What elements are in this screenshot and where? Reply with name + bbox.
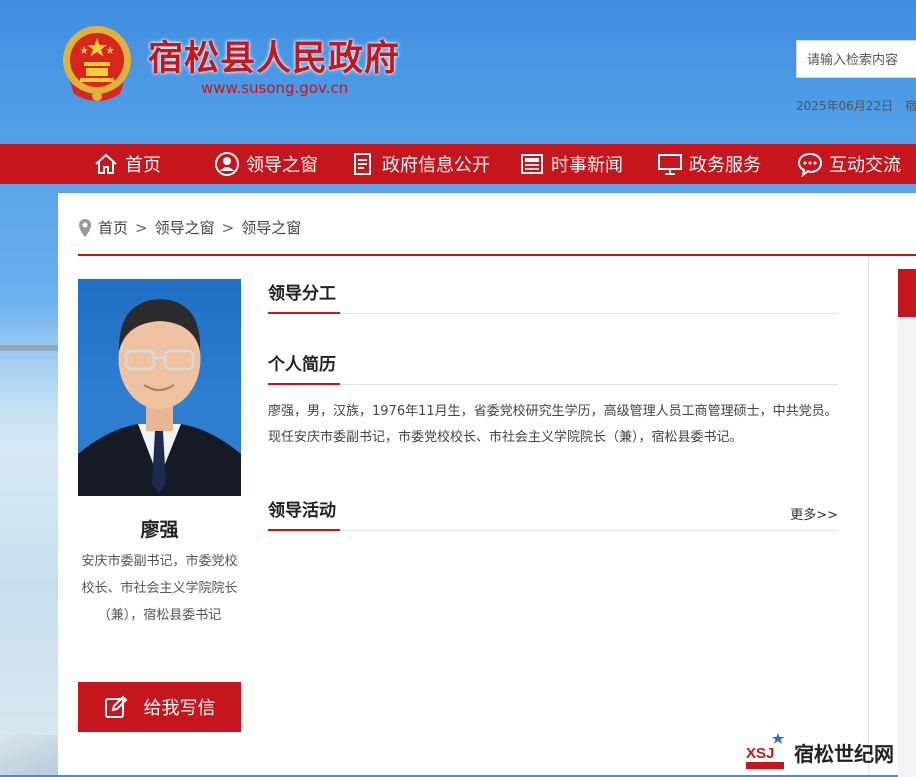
nav-item-services[interactable]: 政务服务 <box>657 144 761 184</box>
document-icon <box>354 153 371 175</box>
content-card: 首页 > 领导之窗 > 领导之窗 廖强 安庆市委副书记，市委党校校长、市社会主义… <box>58 193 916 777</box>
section-division: 领导分工 <box>268 279 838 314</box>
watermark: XSJ 宿松世纪网 <box>744 732 894 772</box>
nav-label: 时事新闻 <box>551 155 623 176</box>
nav-item-interaction[interactable]: 互动交流 <box>797 144 901 184</box>
resume-text: 廖强，男，汉族，1976年11月生，省委党校研究生学历，高级管理人员工商管理硕士… <box>268 399 838 451</box>
site-url[interactable]: www.susong.gov.cn <box>201 79 348 97</box>
monitor-icon <box>658 154 682 175</box>
nav-label: 首页 <box>125 155 161 176</box>
section-title: 领导活动 <box>268 501 336 521</box>
nav-label: 政务服务 <box>689 155 761 176</box>
nav-label: 政府信息公开 <box>382 155 490 176</box>
resume-paragraph: 廖强，男，汉族，1976年11月生，省委党校研究生学历，高级管理人员工商管理硕士… <box>268 404 838 419</box>
section-activities: 领导活动 更多>> <box>268 496 838 531</box>
leader-portrait-icon <box>78 299 241 496</box>
leader-icon <box>215 152 239 176</box>
sidebar-accent <box>898 269 916 317</box>
nav-item-gov-info[interactable]: 政府信息公开 <box>350 144 490 184</box>
sidebar-panel <box>898 317 916 777</box>
search-input[interactable] <box>797 41 916 77</box>
section-title: 领导分工 <box>268 284 336 304</box>
breadcrumb-underline <box>78 254 916 256</box>
site-header: 宿松县人民政府 www.susong.gov.cn 2025年06月22日 宿 <box>0 0 916 144</box>
nav-label: 互动交流 <box>829 155 901 176</box>
breadcrumb-separator: > <box>135 218 148 237</box>
section-title: 个人简历 <box>268 355 336 375</box>
more-activities-link[interactable]: 更多>> <box>790 504 838 523</box>
edit-icon <box>104 695 127 718</box>
home-icon <box>95 153 117 174</box>
national-emblem-icon <box>63 26 131 101</box>
breadcrumb: 首页 > 领导之窗 > 领导之窗 <box>78 217 301 238</box>
location-pin-icon <box>79 218 91 237</box>
breadcrumb-leaders[interactable]: 领导之窗 <box>155 217 215 238</box>
chat-icon <box>797 152 823 177</box>
section-header: 个人简历 <box>268 350 838 385</box>
resume-paragraph: 现任安庆市委副书记，市委党校校长、市社会主义学院院长（兼），宿松县委书记。 <box>268 430 743 445</box>
sidebar-divider <box>868 256 869 775</box>
section-title-bar <box>268 383 340 385</box>
section-title-bar <box>268 312 340 314</box>
current-date: 2025年06月22日 宿 <box>796 99 916 113</box>
watermark-text: 宿松世纪网 <box>794 741 894 766</box>
breadcrumb-separator: > <box>221 218 235 237</box>
main-nav: 首页 领导之窗 政府信息公开 时事新闻 政务服务 互动交流 <box>0 144 916 184</box>
section-header: 领导分工 <box>268 279 838 314</box>
section-title-bar <box>268 529 340 531</box>
site-title: 宿松县人民政府 <box>148 38 401 79</box>
write-letter-label: 给我写信 <box>143 698 216 719</box>
background-shoreline <box>0 345 60 351</box>
watermark-logo-text: XSJ <box>746 745 774 762</box>
write-letter-button[interactable]: 给我写信 <box>78 682 241 732</box>
breadcrumb-current[interactable]: 领导之窗 <box>241 217 301 238</box>
nav-item-home[interactable]: 首页 <box>93 144 161 184</box>
search-box <box>796 40 916 78</box>
watermark-logo-icon: XSJ <box>746 733 784 769</box>
news-icon <box>521 154 543 174</box>
breadcrumb-home[interactable]: 首页 <box>98 217 128 238</box>
section-header: 领导活动 更多>> <box>268 496 838 531</box>
background-road <box>0 735 60 775</box>
leader-photo <box>78 279 241 496</box>
nav-item-news[interactable]: 时事新闻 <box>519 144 623 184</box>
nav-item-leaders[interactable]: 领导之窗 <box>214 144 318 184</box>
leader-position: 安庆市委副书记，市委党校校长、市社会主义学院院长（兼），宿松县委书记 <box>81 554 238 623</box>
section-resume: 个人简历 <box>268 350 838 385</box>
leader-name: 廖强 <box>140 519 179 541</box>
nav-label: 领导之窗 <box>246 155 318 176</box>
